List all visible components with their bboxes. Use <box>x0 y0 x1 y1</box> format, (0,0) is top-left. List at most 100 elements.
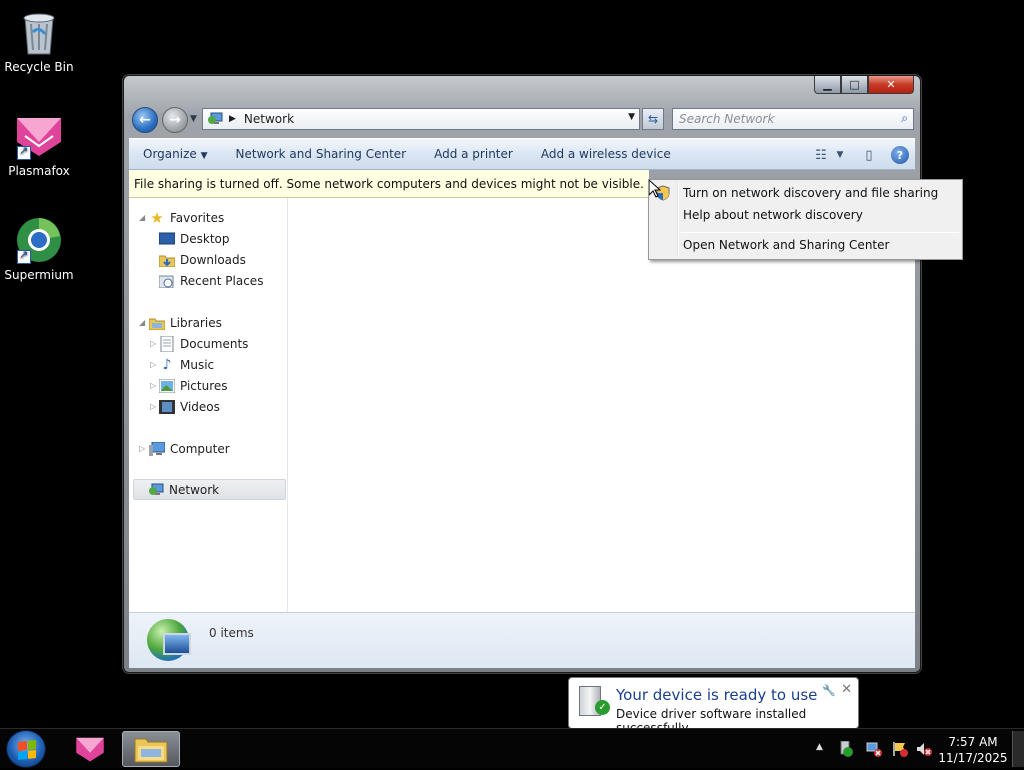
address-dropdown-icon[interactable]: ▼ <box>628 112 635 122</box>
nav-label: Network <box>169 482 220 497</box>
refresh-button[interactable]: ⇆ <box>642 108 664 130</box>
network-icon <box>148 482 164 498</box>
organize-button[interactable]: Organize ▼ <box>143 147 208 161</box>
change-view-icon[interactable]: ☷ <box>809 145 833 165</box>
view-controls: ☷ ▼ ▯ ? <box>799 145 909 165</box>
show-hidden-icons-icon[interactable]: ▲ <box>816 742 823 752</box>
balloon-title: Your device is ready to use <box>616 686 818 704</box>
item-count: 0 items <box>209 626 254 640</box>
recent-pages-dropdown[interactable]: ▼ <box>190 114 197 124</box>
taskbar: ▲ 7:57 AM 11/17/2025 <box>0 728 1024 768</box>
device-notification-balloon[interactable]: ✓ Your device is ready to use Device dri… <box>568 677 859 742</box>
network-sharing-center-button[interactable]: Network and Sharing Center <box>236 147 407 161</box>
nav-label: Libraries <box>170 315 222 330</box>
nav-recent-places[interactable]: Recent Places <box>159 270 263 291</box>
nav-libraries[interactable]: Libraries <box>149 312 222 333</box>
network-disconnected-icon[interactable] <box>866 741 882 757</box>
expand-arrow-icon[interactable]: ▷ <box>150 360 156 369</box>
nav-desktop[interactable]: Desktop <box>159 228 230 249</box>
volume-muted-icon[interactable] <box>916 741 932 757</box>
chevron-down-icon: ▼ <box>200 151 208 161</box>
breadcrumb-arrow-icon[interactable]: ▶ <box>229 114 236 124</box>
search-placeholder: Search Network <box>679 112 775 126</box>
desktop-icon-label: Recycle Bin <box>4 60 74 74</box>
supermium-icon <box>15 216 63 264</box>
taskbar-explorer-button[interactable] <box>122 731 180 767</box>
add-printer-button[interactable]: Add a printer <box>434 147 513 161</box>
nav-label: Favorites <box>170 210 225 225</box>
back-button[interactable]: ← <box>132 107 158 133</box>
content-area: ◢ ★ Favorites Desktop Downloads Recent P… <box>129 198 915 612</box>
view-options-dropdown-icon[interactable]: ▼ <box>833 145 847 165</box>
add-wireless-device-button[interactable]: Add a wireless device <box>541 147 671 161</box>
shortcut-arrow-icon <box>17 144 31 160</box>
menu-item-turn-on-discovery[interactable]: Turn on network discovery and file shari… <box>683 183 938 203</box>
expand-arrow-icon[interactable]: ◢ <box>139 213 145 222</box>
menu-separator <box>681 232 959 233</box>
expand-arrow-icon[interactable]: ◢ <box>139 318 145 327</box>
expand-arrow-icon[interactable]: ▷ <box>150 402 156 411</box>
desktop-icon-supermium[interactable]: Supermium <box>1 216 77 282</box>
desktop: Recycle Bin Plasmafox Supermium <box>0 0 1024 742</box>
search-icon[interactable]: ⌕ <box>901 111 908 126</box>
action-center-flag-icon[interactable] <box>892 741 908 757</box>
desktop-icon-plasmafox[interactable]: Plasmafox <box>1 112 77 178</box>
desktop-icon-label: Supermium <box>4 268 74 282</box>
nav-favorites[interactable]: ★ Favorites <box>149 207 224 228</box>
explorer-window: ▁ □ ✕ ← → ▼ ▶ Network ▼ ⇆ Search Network… <box>123 75 921 673</box>
pictures-icon <box>159 378 175 394</box>
videos-icon <box>159 399 175 415</box>
nav-label: Computer <box>170 441 230 456</box>
plasmafox-icon <box>76 737 104 762</box>
nav-documents[interactable]: Documents <box>159 333 248 354</box>
nav-computer[interactable]: Computer <box>149 438 230 459</box>
nav-label: Pictures <box>180 378 228 393</box>
taskbar-plasmafox-button[interactable] <box>68 731 112 767</box>
file-list[interactable] <box>289 198 915 612</box>
close-button[interactable]: ✕ <box>868 76 914 94</box>
expand-arrow-icon[interactable]: ▷ <box>150 381 156 390</box>
desktop-icon-recycle-bin[interactable]: Recycle Bin <box>1 8 77 74</box>
clock[interactable]: 7:57 AM 11/17/2025 <box>938 734 1008 766</box>
close-icon[interactable]: ✕ <box>841 682 852 697</box>
info-bar[interactable]: File sharing is turned off. Some network… <box>129 170 649 198</box>
folder-icon <box>134 738 168 763</box>
recycle-bin-icon <box>15 8 63 56</box>
nav-downloads[interactable]: Downloads <box>159 249 246 270</box>
checkmark-icon: ✓ <box>595 700 610 715</box>
breadcrumb-network[interactable]: Network <box>244 112 294 126</box>
menu-item-open-sharing-center[interactable]: Open Network and Sharing Center <box>683 235 889 255</box>
device-installed-tray-icon[interactable] <box>838 741 854 757</box>
details-pane: 0 items <box>129 612 915 668</box>
nav-videos[interactable]: Videos <box>159 396 220 417</box>
show-desktop-button[interactable] <box>1012 731 1024 767</box>
expand-arrow-icon[interactable]: ▷ <box>150 339 156 348</box>
menu-item-help-discovery[interactable]: Help about network discovery <box>683 205 863 225</box>
preview-pane-icon[interactable]: ▯ <box>857 145 881 165</box>
forward-button[interactable]: → <box>162 107 188 133</box>
nav-pictures[interactable]: Pictures <box>159 375 228 396</box>
nav-music[interactable]: ♪ Music <box>159 354 215 375</box>
shortcut-arrow-icon <box>17 248 31 264</box>
organize-label: Organize <box>143 147 197 161</box>
nav-label: Videos <box>180 399 220 414</box>
wrench-icon[interactable]: 🔧 <box>822 684 836 697</box>
maximize-button[interactable]: □ <box>841 76 868 94</box>
monitor-icon <box>163 633 191 655</box>
address-row: ← → ▼ ▶ Network ▼ ⇆ Search Network ⌕ <box>130 106 914 133</box>
mouse-cursor-icon <box>649 180 661 198</box>
command-bar: Organize ▼ Network and Sharing Center Ad… <box>129 138 915 170</box>
nav-network[interactable]: Network <box>133 479 286 500</box>
plasmafox-icon <box>15 112 63 160</box>
minimize-button[interactable]: ▁ <box>814 76 841 94</box>
start-button[interactable] <box>6 730 46 768</box>
libraries-icon <box>149 315 165 331</box>
help-icon[interactable]: ? <box>891 146 909 164</box>
search-input[interactable]: Search Network ⌕ <box>672 108 914 130</box>
network-icon <box>207 112 223 126</box>
address-bar[interactable]: ▶ Network ▼ <box>202 108 640 130</box>
music-icon: ♪ <box>162 356 172 373</box>
clock-time: 7:57 AM <box>948 735 998 749</box>
clock-date: 11/17/2025 <box>938 751 1008 765</box>
expand-arrow-icon[interactable]: ▷ <box>139 444 145 453</box>
